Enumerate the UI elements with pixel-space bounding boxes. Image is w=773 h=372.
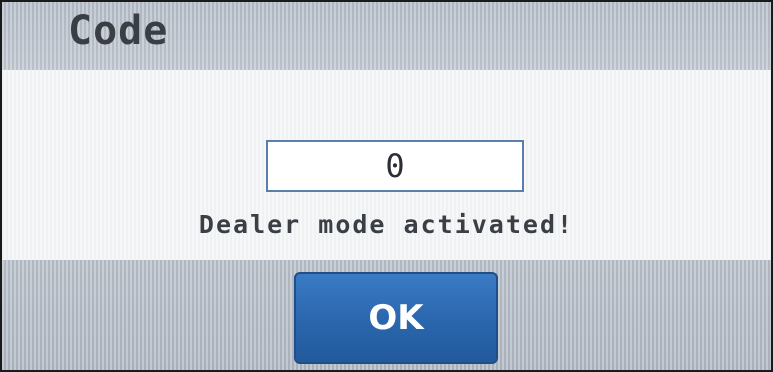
status-message: Dealer mode activated! <box>198 210 575 239</box>
code-field[interactable]: 0 <box>266 140 524 192</box>
dialog-title: Code <box>68 8 169 54</box>
dialog-title-bar: Code <box>2 2 771 70</box>
dialog-footer: OK <box>2 260 771 370</box>
dialog-content: 0 Dealer mode activated! <box>2 70 771 260</box>
ok-button[interactable]: OK <box>294 272 498 364</box>
code-dialog: Code 0 Dealer mode activated! OK <box>0 0 773 372</box>
